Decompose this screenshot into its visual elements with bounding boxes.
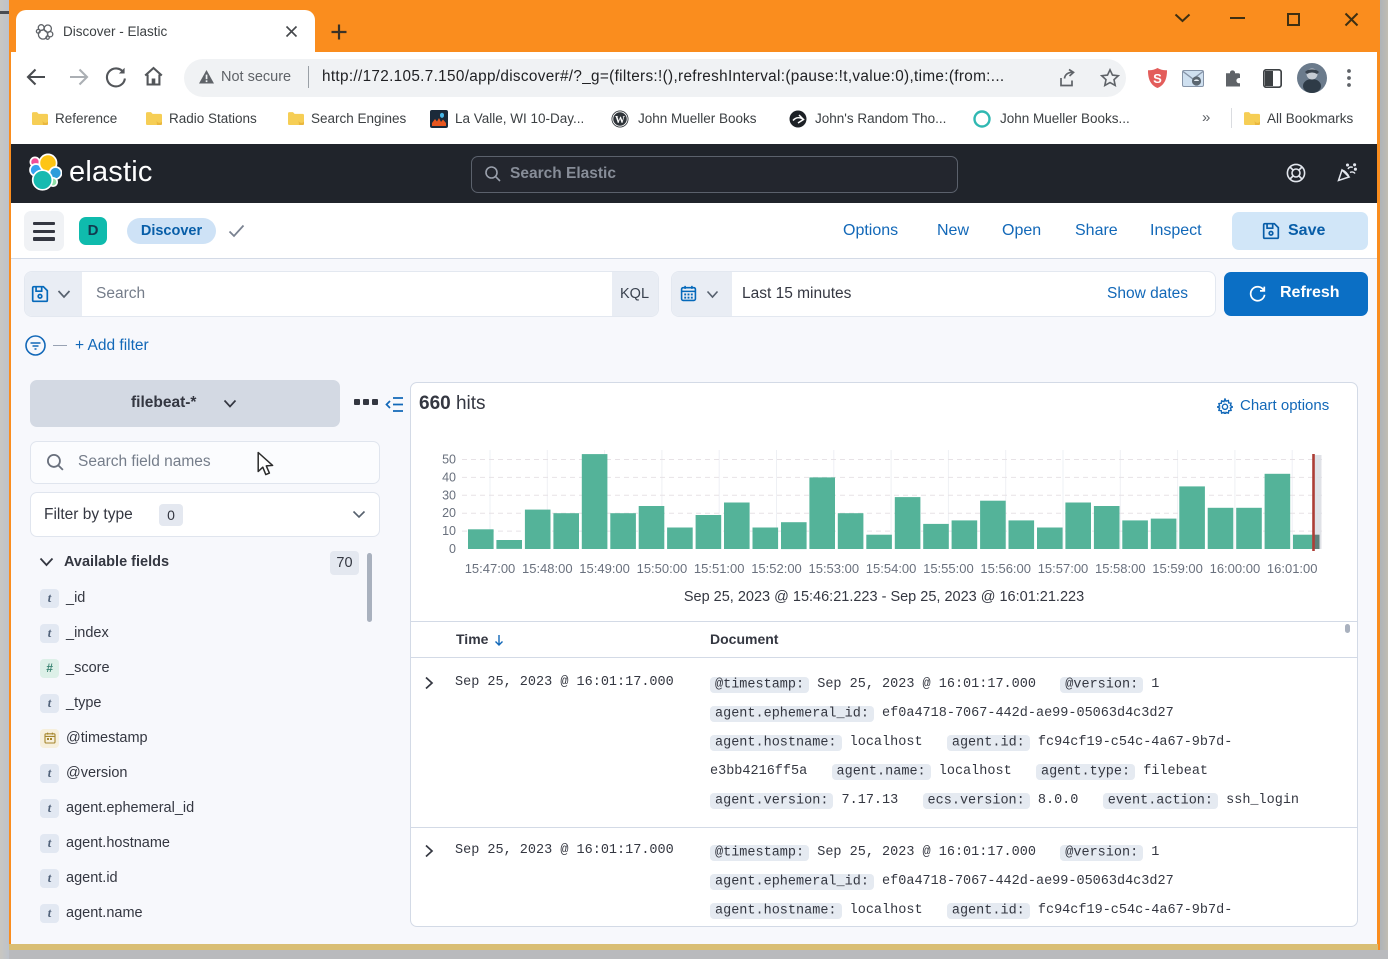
- svg-text:0: 0: [449, 542, 456, 556]
- svg-text:15:47:00: 15:47:00: [465, 561, 516, 576]
- svg-text:30: 30: [442, 488, 456, 502]
- svg-text:15:48:00: 15:48:00: [522, 561, 573, 576]
- svg-text:50: 50: [442, 453, 456, 467]
- svg-text:16:00:00: 16:00:00: [1210, 561, 1261, 576]
- svg-text:16:01:00: 16:01:00: [1267, 561, 1318, 576]
- svg-text:15:52:00: 15:52:00: [751, 561, 802, 576]
- svg-text:15:51:00: 15:51:00: [694, 561, 745, 576]
- svg-text:15:50:00: 15:50:00: [637, 561, 688, 576]
- svg-text:15:57:00: 15:57:00: [1038, 561, 1089, 576]
- svg-text:S: S: [1153, 71, 1162, 86]
- svg-text:15:54:00: 15:54:00: [866, 561, 917, 576]
- svg-text:15:55:00: 15:55:00: [923, 561, 974, 576]
- svg-text:15:58:00: 15:58:00: [1095, 561, 1146, 576]
- svg-text:20: 20: [442, 506, 456, 520]
- svg-text:15:56:00: 15:56:00: [980, 561, 1031, 576]
- svg-text:10: 10: [442, 524, 456, 538]
- svg-text:15:53:00: 15:53:00: [808, 561, 859, 576]
- svg-text:40: 40: [442, 470, 456, 484]
- svg-text:W: W: [615, 115, 625, 126]
- svg-text:15:59:00: 15:59:00: [1152, 561, 1203, 576]
- svg-text:15:49:00: 15:49:00: [579, 561, 630, 576]
